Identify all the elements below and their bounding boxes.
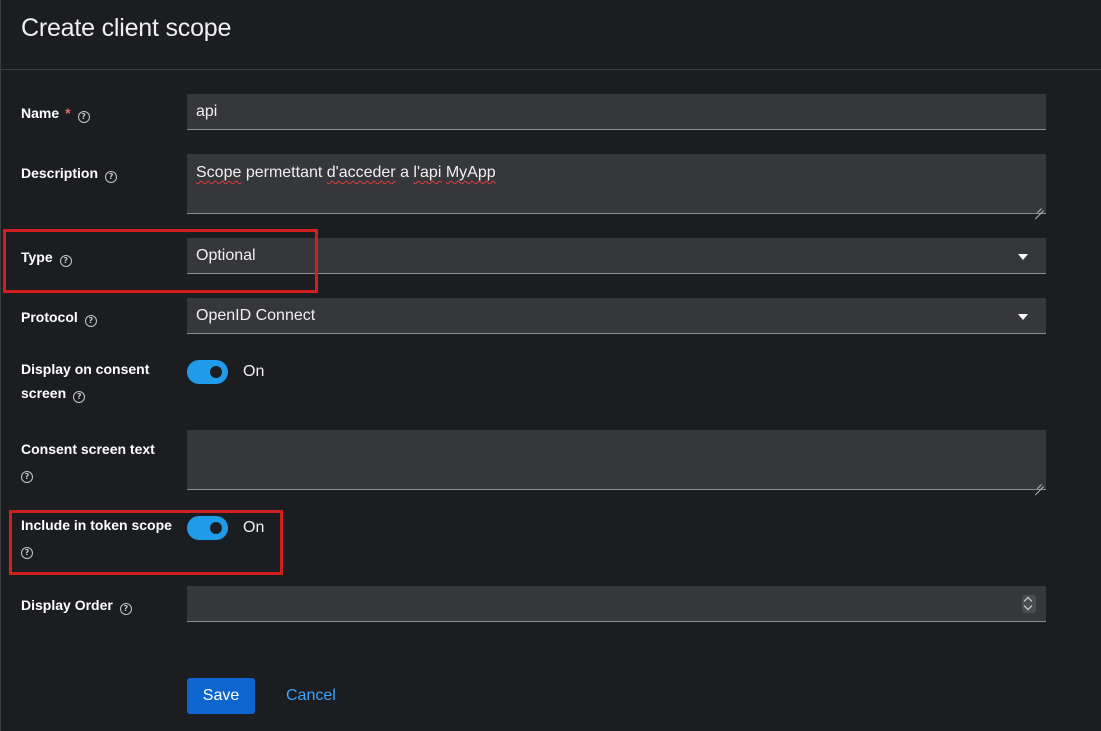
display-consent-toggle[interactable] <box>187 360 228 384</box>
display-consent-toggle-text: On <box>243 363 265 380</box>
protocol-select[interactable]: OpenID Connect <box>187 298 1046 334</box>
number-spinner-icon[interactable] <box>1022 595 1036 613</box>
token-scope-highlight-box <box>9 510 283 575</box>
create-client-scope-page: Create client scope Name *? api Descripti… <box>0 0 1101 731</box>
page-title: Create client scope <box>21 14 232 42</box>
display-consent-label: Display on consent screen? <box>21 361 150 403</box>
help-icon[interactable]: ? <box>77 111 90 123</box>
description-value: Scope permettant d'acceder a l'api MyApp <box>196 164 496 181</box>
caret-down-icon <box>1018 254 1028 260</box>
help-icon[interactable]: ? <box>105 171 118 183</box>
save-button[interactable]: Save <box>187 678 255 714</box>
toggle-knob <box>210 366 222 378</box>
help-icon[interactable]: ? <box>73 391 86 403</box>
name-input[interactable]: api <box>187 94 1046 130</box>
display-order-label: Display Order? <box>21 593 132 617</box>
description-textarea[interactable]: Scope permettant d'acceder a l'api MyApp <box>187 154 1046 214</box>
help-icon[interactable]: ? <box>119 603 132 615</box>
description-label: Description? <box>21 161 118 185</box>
consent-text-label: Consent screen text ? <box>21 441 155 483</box>
protocol-label: Protocol? <box>21 305 97 329</box>
name-label: Name *? <box>21 101 90 125</box>
required-mark: * <box>65 105 71 121</box>
resize-handle-icon[interactable] <box>1034 201 1044 211</box>
page-header: Create client scope <box>1 0 1101 70</box>
consent-text-textarea[interactable] <box>187 430 1046 490</box>
resize-handle-icon[interactable] <box>1034 477 1044 487</box>
help-icon[interactable]: ? <box>21 471 33 483</box>
cancel-button[interactable]: Cancel <box>286 687 336 705</box>
help-icon[interactable]: ? <box>84 315 97 327</box>
type-highlight-box <box>3 229 318 293</box>
display-order-input[interactable] <box>187 586 1046 622</box>
caret-down-icon <box>1018 314 1028 320</box>
